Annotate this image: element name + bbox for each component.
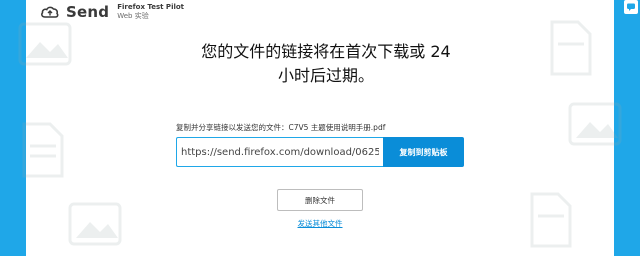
decorative-image-icon xyxy=(68,202,122,246)
brand-subtitle-bottom: Web 实验 xyxy=(117,12,149,20)
delete-file-button[interactable]: 删除文件 xyxy=(277,189,363,211)
decorative-doc-icon xyxy=(22,122,64,178)
send-other-file-link[interactable]: 发送其他文件 xyxy=(277,218,363,229)
decorative-doc-icon xyxy=(550,20,592,76)
page-title-line1: 您的文件的链接将在首次下载或 24 xyxy=(201,42,451,61)
share-row: 复制到剪贴板 xyxy=(176,137,464,167)
decorative-image-icon xyxy=(568,102,622,146)
decorative-image-icon xyxy=(18,22,72,66)
copy-to-clipboard-button[interactable]: 复制到剪贴板 xyxy=(383,137,464,167)
page: Send Firefox Test Pilot Web 实验 您的文件的链接将在… xyxy=(0,0,640,256)
page-title-line2: 小时后过期。 xyxy=(277,66,374,85)
page-title: 您的文件的链接将在首次下载或 24 小时后过期。 xyxy=(176,40,476,88)
decorative-doc-icon xyxy=(530,192,572,248)
brand[interactable]: Send Firefox Test Pilot Web 实验 xyxy=(40,2,184,22)
brand-subtitle-top: Firefox Test Pilot xyxy=(117,3,185,11)
cloud-upload-icon xyxy=(41,6,59,18)
main-card: Send Firefox Test Pilot Web 实验 您的文件的链接将在… xyxy=(18,0,622,256)
chat-bubble-icon[interactable] xyxy=(624,0,638,14)
share-url-input[interactable] xyxy=(176,137,383,167)
brand-name: Send xyxy=(66,3,110,21)
brand-subtitle: Firefox Test Pilot Web 实验 xyxy=(117,3,184,21)
share-label: 复制并分享链接以发送您的文件：C7V5 主题使用说明手册.pdf xyxy=(176,123,386,132)
